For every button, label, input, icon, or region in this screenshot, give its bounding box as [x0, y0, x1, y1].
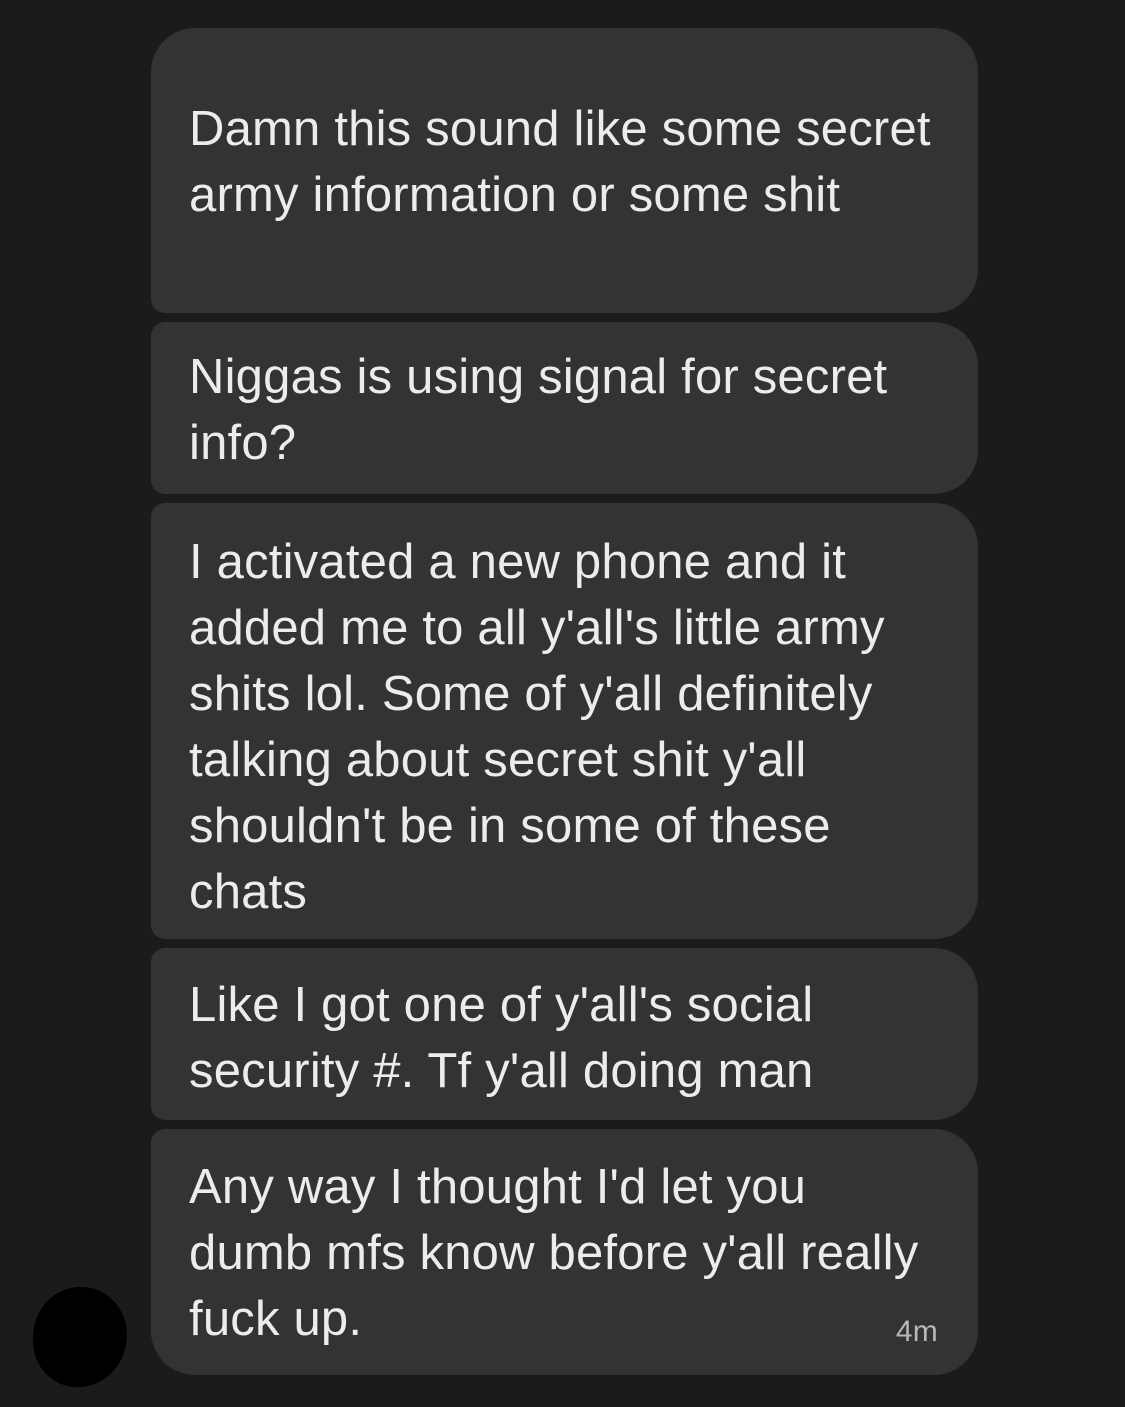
message-text: Niggas is using signal for secret info?: [189, 350, 888, 470]
message-text: I activated a new phone and it added me …: [189, 535, 885, 919]
message-text: Any way I thought I'd let you dumb mfs k…: [189, 1160, 919, 1346]
message-text: Like I got one of y'all's social securit…: [189, 978, 814, 1098]
message-bubble[interactable]: Niggas is using signal for secret info?: [151, 322, 978, 494]
message-bubble[interactable]: Any way I thought I'd let you dumb mfs k…: [151, 1129, 978, 1375]
message-bubble[interactable]: Damn this sound like some secret army in…: [151, 28, 978, 313]
message-bubble[interactable]: Like I got one of y'all's social securit…: [151, 948, 978, 1120]
message-timestamp: 4m: [895, 1315, 938, 1348]
message-thread: Damn this sound like some secret army in…: [0, 0, 1125, 1407]
message-bubble[interactable]: I activated a new phone and it added me …: [151, 503, 978, 939]
message-text: Damn this sound like some secret army in…: [189, 102, 931, 222]
avatar[interactable]: [33, 1287, 127, 1387]
